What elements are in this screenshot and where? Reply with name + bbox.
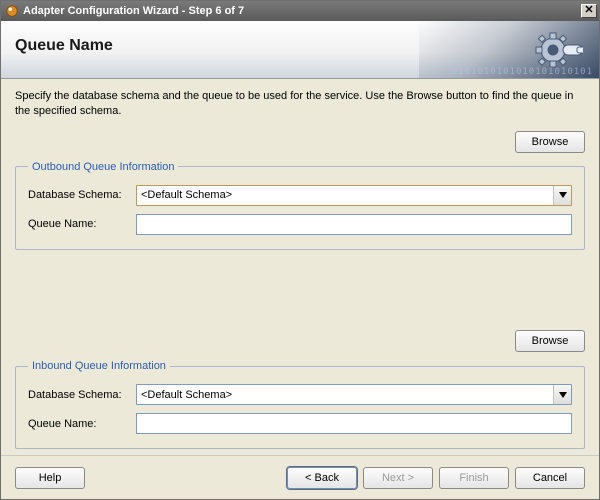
browse-outbound-button[interactable]: Browse <box>515 131 585 153</box>
cancel-button[interactable]: Cancel <box>515 467 585 489</box>
titlebar: Adapter Configuration Wizard - Step 6 of… <box>1 1 599 21</box>
wizard-banner: Queue Name 0101010101010101010101 <box>1 21 599 79</box>
outbound-legend: Outbound Queue Information <box>28 161 178 173</box>
outbound-queue-label: Queue Name: <box>28 218 136 230</box>
back-button[interactable]: < Back <box>287 467 357 489</box>
inbound-schema-label: Database Schema: <box>28 389 136 401</box>
outbound-queue-input[interactable] <box>136 214 572 235</box>
browse-inbound-button[interactable]: Browse <box>515 330 585 352</box>
button-bar: Help < Back Next > Finish Cancel <box>1 455 599 499</box>
outbound-group: Outbound Queue Information Database Sche… <box>15 161 585 250</box>
wizard-window: Adapter Configuration Wizard - Step 6 of… <box>0 0 600 500</box>
window-title: Adapter Configuration Wizard - Step 6 of… <box>23 5 581 17</box>
instruction-text: Specify the database schema and the queu… <box>15 89 585 119</box>
inbound-schema-select[interactable] <box>136 384 572 405</box>
finish-button: Finish <box>439 467 509 489</box>
next-button: Next > <box>363 467 433 489</box>
close-icon[interactable] <box>581 4 597 18</box>
outbound-schema-label: Database Schema: <box>28 189 136 201</box>
outbound-schema-select[interactable] <box>136 185 572 206</box>
app-icon <box>5 4 19 18</box>
inbound-queue-label: Queue Name: <box>28 418 136 430</box>
banner-art: 0101010101010101010101 <box>379 21 599 79</box>
inbound-queue-input[interactable] <box>136 413 572 434</box>
inbound-legend: Inbound Queue Information <box>28 360 170 372</box>
help-button[interactable]: Help <box>15 467 85 489</box>
wizard-content: Specify the database schema and the queu… <box>1 79 599 455</box>
gear-icon <box>533 25 583 75</box>
inbound-group: Inbound Queue Information Database Schem… <box>15 360 585 449</box>
page-title: Queue Name <box>15 37 113 55</box>
